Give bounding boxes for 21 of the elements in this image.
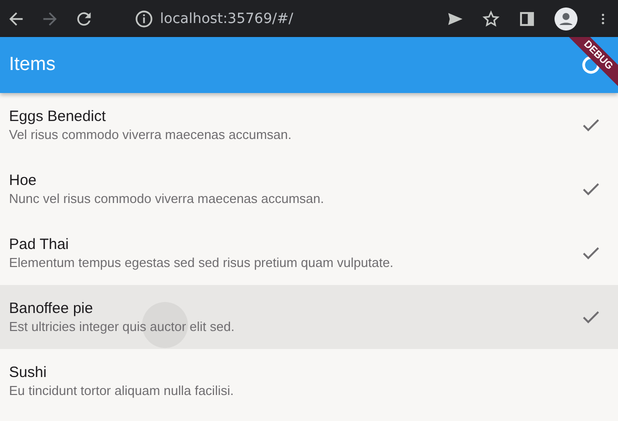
side-panel-icon[interactable] <box>518 10 536 28</box>
item-subtitle: Est ultricies integer quis auctor elit sed. <box>9 319 236 334</box>
item-subtitle: Vel risus commodo viverra maecenas accumsan. <box>9 127 293 142</box>
item-title: Sushi <box>9 364 48 381</box>
address-bar[interactable]: localhost:35769/#/ <box>160 10 294 26</box>
item-subtitle: Nunc vel risus commodo viverra maecenas accumsan. <box>9 191 326 206</box>
item-subtitle: Eu tincidunt tortor aliquam nulla facilisi. <box>9 383 235 398</box>
list-item[interactable]: Sushi Eu tincidunt tortor aliquam nulla facilisi. <box>0 349 618 413</box>
list-item[interactable]: Banoffee pie Est ultricies integer quis auctor elit sed. <box>0 285 618 349</box>
item-title: Banoffee pie <box>9 300 94 317</box>
item-title: Pad Thai <box>9 236 70 253</box>
list-item[interactable]: Hoe Nunc vel risus commodo viverra maecenas accumsan. <box>0 157 618 221</box>
info-icon[interactable] <box>134 8 154 28</box>
item-subtitle: Elementum tempus egestas sed sed risus pretium quam vulputate. <box>9 255 394 270</box>
app-title: Items <box>9 54 56 76</box>
list-item[interactable]: Eggs Benedict Vel risus commodo viverra maecenas accumsan. <box>0 93 618 157</box>
item-title: Hoe <box>9 172 38 189</box>
star-icon[interactable] <box>482 10 500 28</box>
item-title: Eggs Benedict <box>9 108 107 125</box>
list-item[interactable]: Pad Thai Elementum tempus egestas sed sed risus pretium quam vulputate. <box>0 221 618 285</box>
avatar-icon[interactable] <box>554 6 578 30</box>
